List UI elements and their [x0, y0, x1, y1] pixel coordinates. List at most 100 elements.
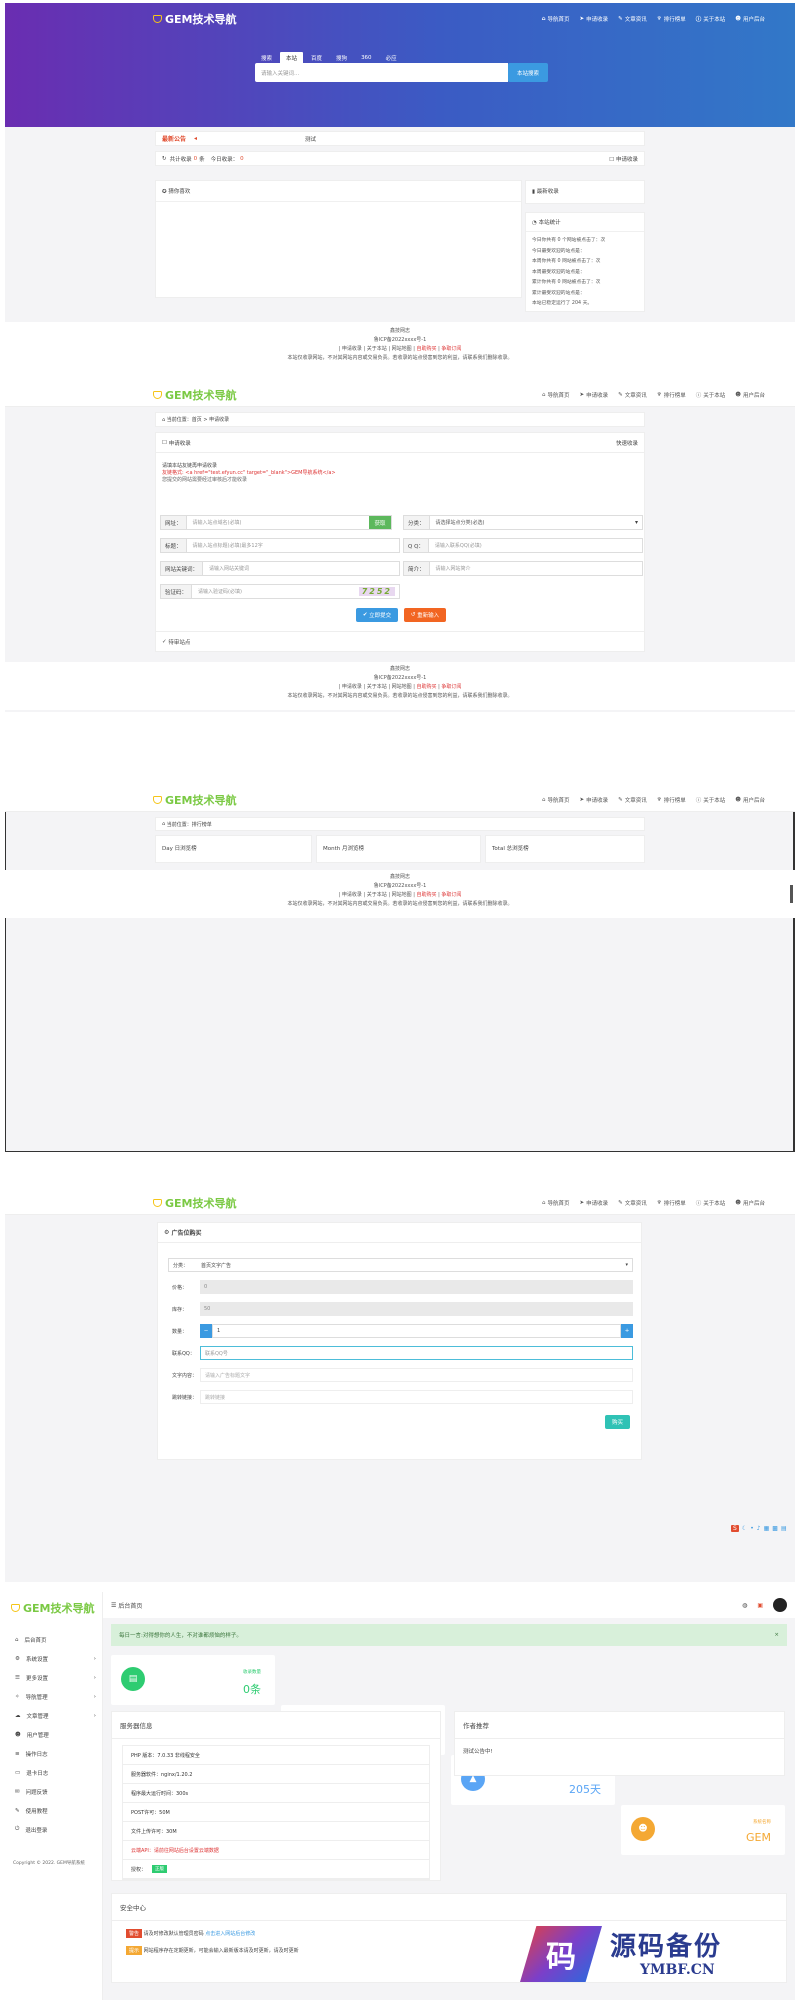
welcome-alert: 每日一言:对得想你的人生，不对谁都烦恼的样子。 × [111, 1624, 787, 1646]
auth-row: 授权： 正版 [123, 1860, 429, 1879]
chart-icon: ◔ [532, 220, 537, 226]
moon-icon[interactable]: ☾ [742, 1525, 747, 1532]
search-tab[interactable]: 360 [355, 53, 378, 63]
nav-articles[interactable]: ✎ 文章资讯 [618, 391, 647, 399]
flag-icon: ◂ [194, 135, 198, 142]
nav-articles[interactable]: ✎ 文章资讯 [618, 1199, 647, 1207]
search-button[interactable]: 本站搜索 [508, 63, 548, 82]
captcha-field[interactable]: 验证码： 请输入验证码(必填) 7252 [160, 584, 400, 599]
nav-rank[interactable]: ♆ 排行榜单 [657, 1199, 686, 1207]
nav-apply[interactable]: ➤ 申请收录 [580, 15, 609, 23]
search-input[interactable]: 请输入关键词... [255, 63, 508, 82]
mic-icon[interactable]: ♪ [757, 1525, 761, 1532]
grid-icon[interactable]: ▤ [781, 1525, 787, 1532]
site-logo[interactable]: GEM技术导航 [153, 11, 237, 27]
latest-title: ▮ 最新收录 [532, 189, 559, 195]
bell-icon[interactable]: ▣ [757, 1602, 763, 1609]
refresh-icon: ↻ [162, 155, 167, 162]
menu-item-article[interactable]: ☁ 文章管理 › [5, 1706, 102, 1725]
description-field[interactable]: 简介： 请输入网站简介 [403, 561, 643, 576]
menu-item-user[interactable]: ☻ 用户管理 [5, 1725, 102, 1744]
nav-user[interactable]: ☻ 用户后台 [735, 391, 765, 399]
buy-button[interactable]: 购买 [605, 1415, 630, 1429]
quantity-stepper[interactable]: 1 [212, 1324, 621, 1338]
site-logo[interactable]: GEM技术导航 [153, 387, 237, 403]
author-title: 作者推荐 [455, 1712, 784, 1739]
ad-category-row[interactable]: 分类： 首页文字广告 ▾ [168, 1258, 633, 1272]
nav-about[interactable]: ⓘ 关于本站 [696, 391, 726, 399]
gem-icon [153, 391, 162, 399]
menu-toggle-icon[interactable]: ☰ [111, 1602, 116, 1609]
dot-icon[interactable]: • [750, 1525, 754, 1532]
menu-item-home[interactable]: ⌂ 后台首页 [5, 1630, 102, 1649]
url-field[interactable]: 网址： 请输入站点域名(必填) 获取 [160, 515, 392, 530]
nav-user[interactable]: ☻ 用户后台 [735, 1199, 765, 1207]
doc-icon: ▤ [121, 1667, 145, 1691]
nav-about[interactable]: ⓘ 关于本站 [696, 1199, 726, 1207]
submit-button[interactable]: ✔ 立即提交 [356, 608, 398, 622]
apply-form-card: ☐ 申请收录 快速收录 请填本站友链再申请收录 友链格式: <a href="te… [155, 432, 645, 652]
menu-item-tutorial[interactable]: ✎ 使用教程 [5, 1801, 102, 1820]
nav-user[interactable]: ☻ 用户后台 [735, 796, 765, 804]
admin-logo[interactable]: GEM技术导航 [5, 1592, 102, 1624]
cloud-icon: ☁ [15, 1712, 21, 1719]
nav-home[interactable]: ⌂ 导航首页 [542, 1199, 570, 1207]
plus-button[interactable]: + [621, 1324, 633, 1338]
logout-icon: ⏻ [15, 1826, 20, 1832]
ad-link-row[interactable]: 跳转链接： 跳转链接 [168, 1390, 633, 1404]
site-logo[interactable]: GEM技术导航 [153, 1195, 237, 1211]
scrollbar-thumb[interactable] [790, 885, 793, 903]
rank-breadcrumb: ⌂ 当前位置：排行榜单 [155, 817, 645, 831]
menu-item-more[interactable]: ☰ 更多设置 › [5, 1668, 102, 1687]
nav-about[interactable]: ⓘ 关于本站 [696, 15, 726, 23]
nav-apply[interactable]: ➤ 申请收录 [580, 391, 609, 399]
menu-item-feedback[interactable]: ✉ 问题反馈 [5, 1782, 102, 1801]
security-title: 安全中心 [112, 1894, 786, 1921]
category-select[interactable]: 分类： 请选择站点分类(必选) ▾ [403, 515, 643, 530]
captcha-image[interactable]: 7252 [358, 587, 395, 596]
quick-apply-link[interactable]: 快速收录 [616, 439, 638, 447]
qq-field[interactable]: Q Q： 请输入联系QQ(必填) [403, 538, 643, 553]
menu-item-cardlog[interactable]: ▭ 退卡日志 [5, 1763, 102, 1782]
s-icon[interactable]: S [731, 1525, 739, 1532]
keyboard-icon[interactable]: ▦ [764, 1525, 770, 1532]
chevron-right-icon: › [93, 1693, 96, 1700]
nav-rank[interactable]: ♆ 排行榜单 [657, 391, 686, 399]
site-logo[interactable]: GEM技术导航 [153, 792, 237, 808]
nav-rank[interactable]: ♆ 排行榜单 [657, 15, 686, 23]
info-icon: ⓘ [695, 17, 702, 23]
home-icon: ⌂ [15, 1636, 19, 1643]
nav-rank[interactable]: ♆ 排行榜单 [657, 796, 686, 804]
nav-about[interactable]: ⓘ 关于本站 [696, 796, 726, 804]
palette-icon[interactable]: ◍ [742, 1602, 747, 1609]
server-info-card: 服务器信息 PHP 版本：7.0.33 非线程安全 服务器软件：nginx/1.… [111, 1711, 441, 1881]
menu-item-oplog[interactable]: ≡ 操作日志 [5, 1744, 102, 1763]
nav-apply[interactable]: ➤ 申请收录 [580, 1199, 609, 1207]
ad-quantity-row: 数量： − 1 + [168, 1324, 633, 1338]
fetch-button[interactable]: 获取 [369, 516, 391, 529]
menu-item-nav[interactable]: ✧ 导航管理 › [5, 1687, 102, 1706]
apply-link[interactable]: ☐ 申请收录 [609, 155, 638, 163]
footer-2: 鑫技网志 鲁ICP备2022xxxx号-1 | 申请收录 | 关于本站 | 网站… [5, 662, 795, 710]
security-link[interactable]: 点击进入网站后台修改 [205, 1930, 255, 1937]
keywords-field[interactable]: 网站关键词： 请输入网站关键词 [160, 561, 400, 576]
ad-qq-row[interactable]: 联系QQ： 联系QQ号 [168, 1346, 633, 1360]
menu-item-system[interactable]: ⚙ 系统设置 › [5, 1649, 102, 1668]
reset-button[interactable]: ↺ 重新输入 [404, 608, 446, 622]
menu-item-logout[interactable]: ⏻ 退出登录 [5, 1820, 102, 1839]
nav-user[interactable]: ☻ 用户后台 [735, 15, 765, 23]
nav-home[interactable]: ⌂ 导航首页 [542, 15, 570, 23]
nav-home[interactable]: ⌂ 导航首页 [542, 391, 570, 399]
close-icon[interactable]: × [774, 1632, 779, 1638]
nav-apply[interactable]: ➤ 申请收录 [580, 796, 609, 804]
nav-articles[interactable]: ✎ 文章资讯 [618, 796, 647, 804]
shirt-icon[interactable]: ▩ [772, 1525, 778, 1532]
avatar[interactable] [773, 1598, 787, 1612]
nav-home[interactable]: ⌂ 导航首页 [542, 796, 570, 804]
nav-articles[interactable]: ✎ 文章资讯 [618, 15, 647, 23]
minus-button[interactable]: − [200, 1324, 212, 1338]
chevron-down-icon: ▾ [625, 1262, 628, 1268]
ad-text-row[interactable]: 文字内容： 请输入广告标题文字 [168, 1368, 633, 1382]
title-field[interactable]: 标题： 请输入站点标题(必填)最多12字 [160, 538, 400, 553]
latest-card: ▮ 最新收录 [525, 180, 645, 204]
